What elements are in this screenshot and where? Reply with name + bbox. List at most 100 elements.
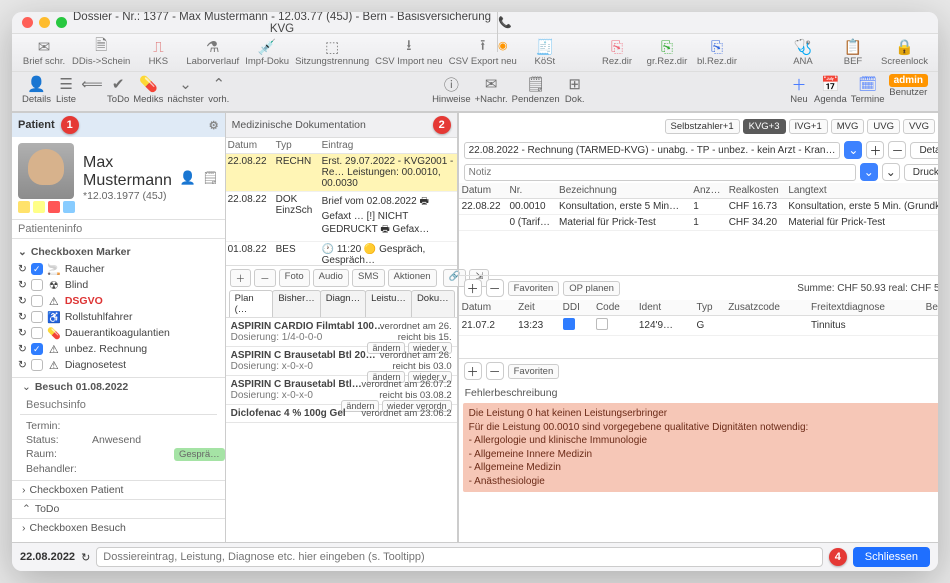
marker-checkbox[interactable] (31, 327, 43, 339)
marker-row[interactable]: ↻✓🚬Raucher (18, 261, 219, 277)
tb-csvimp[interactable]: ⭳CSV Import neu (375, 38, 443, 67)
tb-neu[interactable]: ＋Neu (788, 74, 810, 105)
service-row[interactable]: 0 (Tarif…Material für Prick-Test1CHF 34.… (459, 215, 938, 231)
tb-details[interactable]: 👤Details (22, 74, 51, 105)
section-chk-besuch[interactable]: ›Checkboxen Besuch (12, 518, 225, 537)
diag-row[interactable]: 21.07.213:23 124'9…G Tinnitus (459, 316, 938, 336)
insurance-pill[interactable]: VVG (903, 119, 935, 134)
tb-rez[interactable]: ⎘Rez.dir (595, 38, 639, 67)
marker-checkbox[interactable]: ✓ (31, 343, 43, 355)
gespraech-chip[interactable]: Gesprä… (174, 448, 225, 461)
fav-button[interactable]: Favoriten (508, 281, 560, 296)
remove-invoice[interactable]: － (888, 141, 906, 159)
med-item[interactable]: Diclofenac 4 % 100g Gelverordnet am 23.0… (226, 405, 457, 423)
tb-grrez[interactable]: ⎘gr.Rez.dir (645, 38, 689, 67)
marker-row[interactable]: ↻⚠Diagnosetest (18, 357, 219, 373)
op-button[interactable]: OP planen (563, 281, 620, 296)
tb-brief[interactable]: ✉︎Brief schr. (22, 38, 66, 67)
marker-checkbox[interactable] (31, 311, 43, 323)
gear-icon[interactable]: ⚙︎ (209, 119, 219, 132)
med-item[interactable]: ASPIRIN CARDIO Filmtabl 100…Dosierung: 1… (226, 318, 457, 347)
tb-termine[interactable]: 🗓Termine (851, 74, 885, 105)
tb-ana[interactable]: 🩺ANA (781, 38, 825, 67)
audio-button[interactable]: Audio (313, 269, 349, 287)
med-tab[interactable]: Bisher… (272, 290, 320, 317)
dropdown-icon[interactable]: ⌄ (844, 141, 862, 159)
marker-row[interactable]: ↻⚠DSGVO (18, 293, 219, 309)
clock-icon[interactable]: ↻ (81, 551, 90, 564)
service-row[interactable]: 22.08.2200.0010Konsultation, erste 5 Min… (459, 199, 938, 215)
tb-pendenzen[interactable]: 🗒Pendenzen (512, 74, 560, 105)
tb-impf[interactable]: 💉Impf-Doku (245, 38, 289, 67)
srv-remove[interactable]: － (486, 279, 504, 297)
marker-row[interactable]: ↻💊Dauerantikoagulantien (18, 325, 219, 341)
sms-button[interactable]: SMS (352, 269, 385, 287)
doc-row[interactable]: 22.08.22RECHNErst. 29.07.2022 - KVG2001 … (226, 154, 457, 192)
window-close[interactable] (22, 17, 33, 28)
tb-hinweise[interactable]: ⓘHinweise (432, 74, 471, 105)
marker-checkbox[interactable] (31, 295, 43, 307)
insurance-pill[interactable]: Selbstzahler+1 (665, 119, 740, 134)
tb-agenda[interactable]: 📅Agenda (814, 74, 847, 105)
window-zoom[interactable] (56, 17, 67, 28)
drucken-button[interactable]: Drucken (904, 164, 938, 181)
notiz-input[interactable] (464, 164, 856, 181)
tb-kost[interactable]: 🧾KöSt (523, 38, 567, 67)
window-minimize[interactable] (39, 17, 50, 28)
tb-bef[interactable]: 📋BEF (831, 38, 875, 67)
diag-add[interactable]: ＋ (464, 362, 482, 380)
insurance-pill[interactable]: UVG (867, 119, 900, 134)
tb-blrez[interactable]: ⎘bl.Rez.dir (695, 38, 739, 67)
ddi-checkbox[interactable] (563, 318, 575, 330)
section-chk-patient[interactable]: ›Checkboxen Patient (12, 480, 225, 499)
srv-add[interactable]: ＋ (464, 279, 482, 297)
contact-card-icon[interactable]: 👤 (180, 170, 196, 186)
med-tab[interactable]: Diagn… (320, 290, 366, 317)
tb-nachr[interactable]: ✉︎+Nachr. (475, 74, 508, 105)
add-button[interactable]: ＋ (230, 269, 252, 287)
tb-todo[interactable]: ✔︎ToDo (107, 74, 129, 105)
patient-tab[interactable]: Patient 1 ⚙︎ (12, 113, 225, 137)
med-tab[interactable]: Doku… (411, 290, 455, 317)
remove-button[interactable]: － (254, 269, 276, 287)
doc-row[interactable]: 22.08.22DOK EinzSchBrief vom 02.08.2022 … (226, 192, 457, 242)
global-search-input[interactable] (96, 547, 823, 567)
note-something[interactable]: ⌄ (882, 163, 900, 181)
med-tab[interactable]: Plan (… (229, 290, 274, 317)
marker-checkbox[interactable] (31, 359, 43, 371)
invoice-select[interactable]: 22.08.2022 - Rechnung (TARMED-KVG) - una… (464, 142, 841, 159)
tb-screenlock[interactable]: 🔒Screenlock (881, 38, 928, 67)
details-button[interactable]: Details (910, 142, 938, 159)
note-icon[interactable]: 🗒 (202, 170, 219, 186)
phone-icon[interactable]: 📞 (498, 16, 928, 29)
med-tab[interactable]: Leistu… (365, 290, 412, 317)
patientinfo-input[interactable] (12, 219, 225, 239)
tb-liste[interactable]: ☰Liste (55, 74, 77, 105)
tb-benutzer[interactable]: admin Benutzer (889, 74, 928, 105)
insurance-pill[interactable]: IVG+1 (789, 119, 828, 134)
tb-dok[interactable]: ⊞Dok. (564, 74, 586, 105)
marker-row[interactable]: ↻☢Blind (18, 277, 219, 293)
marker-checkbox[interactable] (31, 279, 43, 291)
insurance-pill[interactable]: MVG (831, 119, 865, 134)
med-item[interactable]: ASPIRIN C Brausetabl Btl 20…Dosierung: x… (226, 347, 457, 376)
med-item[interactable]: ASPIRIN C Brausetabl Btl…Dosierung: x-0-… (226, 376, 457, 405)
tb-csvexp[interactable]: ⭱CSV Export neu (449, 38, 517, 67)
close-button[interactable]: Schliessen (853, 547, 930, 567)
tb-ddis[interactable]: 🗎DDis->Schein (72, 38, 130, 67)
add-invoice[interactable]: ＋ (866, 141, 884, 159)
insurance-pill[interactable]: KVG+3 (743, 119, 786, 134)
section-todo[interactable]: ⌃ToDo (12, 499, 225, 518)
tb-next[interactable]: ⌄nächster (167, 74, 203, 105)
tb-hks[interactable]: ⎍HKS (136, 38, 180, 67)
marker-row[interactable]: ↻♿Rollstuhlfahrer (18, 309, 219, 325)
section-marker[interactable]: ⌄Checkboxen Marker (18, 243, 219, 261)
tb-mediks[interactable]: 💊Mediks (133, 74, 163, 105)
marker-checkbox[interactable]: ✓ (31, 263, 43, 275)
tb-labor[interactable]: ⚗︎Laborverlauf (186, 38, 239, 67)
code-sel[interactable] (596, 318, 608, 330)
section-besuch[interactable]: ⌄Besuch 01.08.2022 (12, 377, 225, 396)
foto-button[interactable]: Foto (279, 269, 310, 287)
doc-row[interactable]: 01.08.22BES🕐 11:20 🟡 Gespräch, Gespräch… (226, 242, 457, 265)
fav2-button[interactable]: Favoriten (508, 364, 560, 379)
